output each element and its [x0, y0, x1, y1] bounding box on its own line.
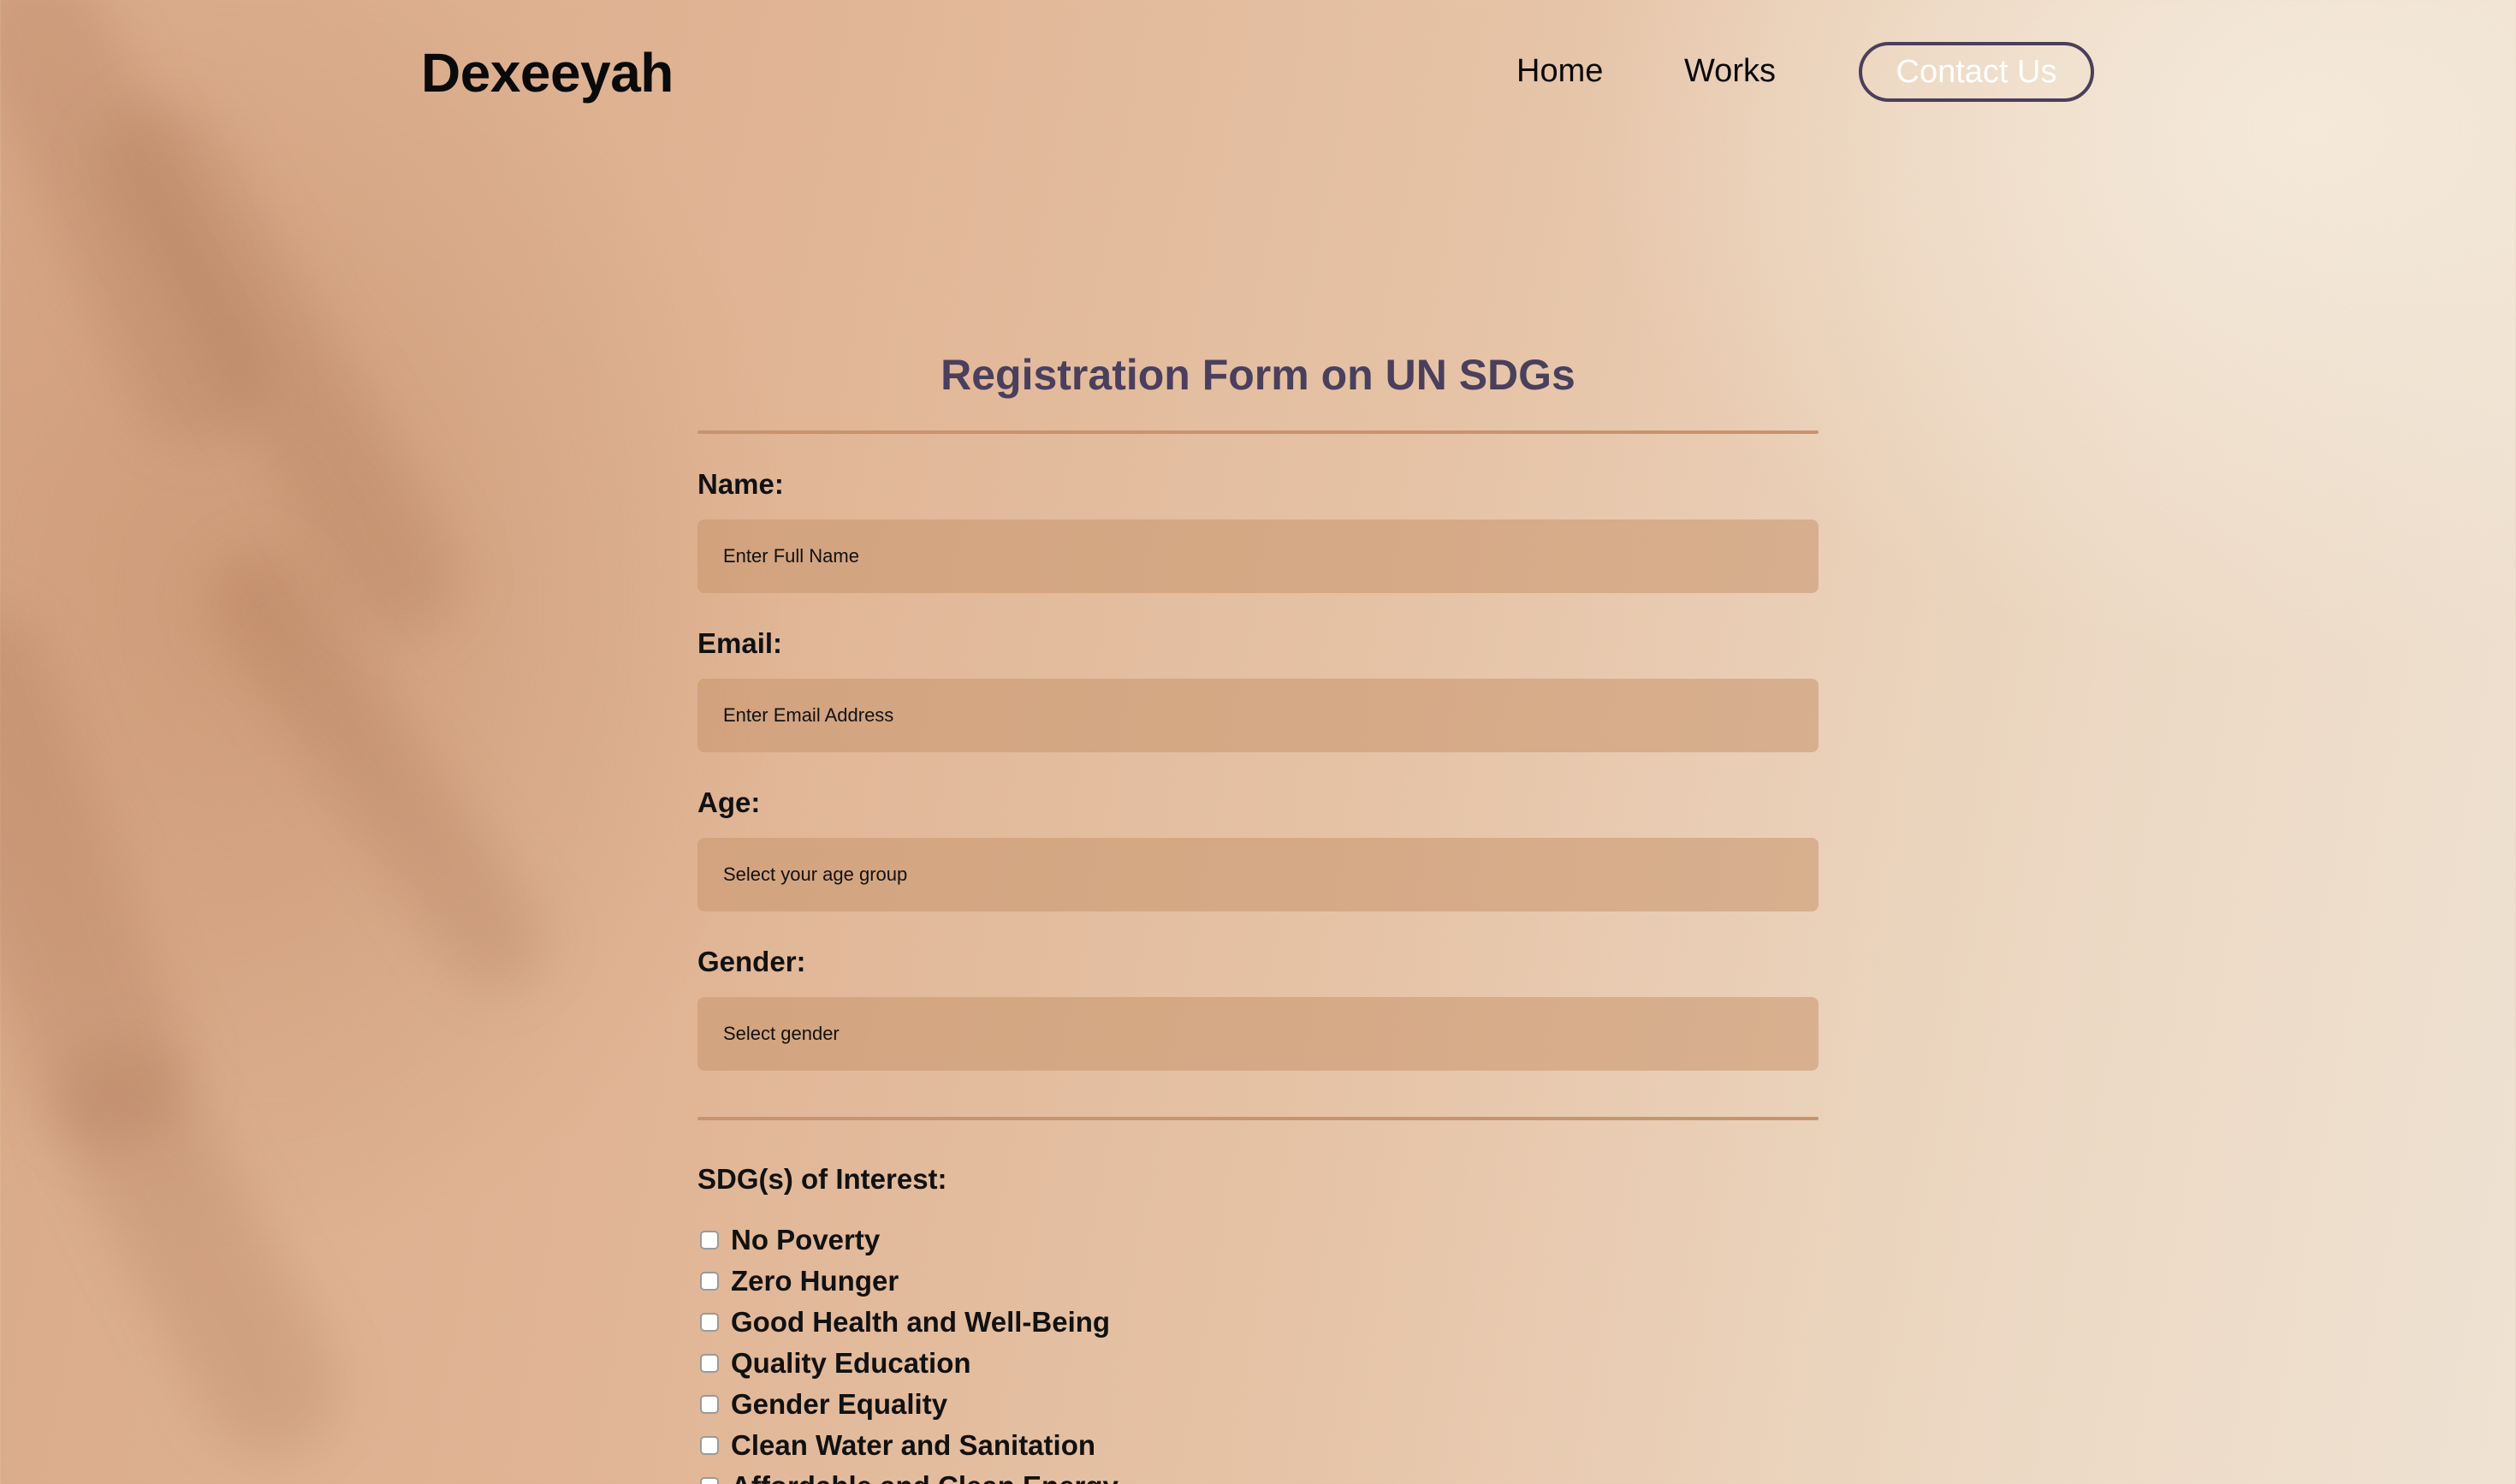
form-divider: [697, 430, 1819, 434]
background-shadow: [80, 78, 484, 658]
sdg-checkbox[interactable]: [700, 1231, 719, 1250]
sdg-option[interactable]: Clean Water and Sanitation: [697, 1425, 1819, 1466]
background-shadow: [0, 589, 211, 1166]
form-divider: [697, 1117, 1819, 1120]
age-select-value: Select your age group: [723, 864, 908, 885]
background-shadow: [187, 530, 567, 1011]
gender-select[interactable]: Select gender: [697, 997, 1819, 1071]
sdg-option-label: Clean Water and Sanitation: [731, 1429, 1096, 1461]
sdg-checkbox[interactable]: [700, 1313, 719, 1332]
age-select[interactable]: Select your age group: [697, 838, 1819, 911]
sdg-option[interactable]: Gender Equality: [697, 1384, 1819, 1425]
sdg-checkbox[interactable]: [700, 1477, 719, 1484]
registration-form: Registration Form on UN SDGs Name: Enter…: [697, 338, 1819, 1484]
nav-link-home[interactable]: Home: [1516, 53, 1603, 90]
sdg-checkbox[interactable]: [700, 1272, 719, 1291]
sdg-checkbox[interactable]: [700, 1395, 719, 1414]
name-placeholder: Enter Full Name: [723, 545, 859, 567]
sdg-option-label: Good Health and Well-Being: [731, 1306, 1111, 1338]
gender-select-value: Select gender: [723, 1023, 840, 1044]
sdg-option[interactable]: No Poverty: [697, 1220, 1819, 1261]
sdg-option[interactable]: Quality Education: [697, 1343, 1819, 1384]
sdg-option[interactable]: Good Health and Well-Being: [697, 1302, 1819, 1343]
email-label: Email:: [697, 627, 783, 659]
contact-us-button[interactable]: Contact Us: [1859, 42, 2094, 102]
sdg-option-label: Zero Hunger: [731, 1265, 899, 1297]
sdg-option[interactable]: Zero Hunger: [697, 1261, 1819, 1302]
sdg-option[interactable]: Affordable and Clean Energy: [697, 1466, 1819, 1484]
age-label: Age:: [697, 787, 761, 818]
sdg-checkbox[interactable]: [700, 1354, 719, 1373]
name-input[interactable]: Enter Full Name: [697, 519, 1819, 593]
site-logo[interactable]: Dexeeyah: [421, 41, 674, 104]
email-placeholder: Enter Email Address: [723, 704, 894, 726]
name-label: Name:: [697, 468, 784, 500]
sdg-option-label: Affordable and Clean Energy: [731, 1470, 1119, 1484]
sdg-option-label: Quality Education: [731, 1347, 971, 1379]
gender-label: Gender:: [697, 946, 806, 977]
email-input[interactable]: Enter Email Address: [697, 679, 1819, 752]
background-shadow: [32, 1020, 362, 1479]
sdg-checkbox[interactable]: [700, 1436, 719, 1455]
sdg-option-label: Gender Equality: [731, 1388, 948, 1420]
sdg-interest-label: SDG(s) of Interest:: [697, 1163, 947, 1195]
sdg-option-label: No Poverty: [731, 1224, 881, 1255]
sdg-checkbox-list: No Poverty Zero Hunger Good Health and W…: [697, 1220, 1819, 1484]
form-title: Registration Form on UN SDGs: [941, 351, 1575, 399]
nav-link-works[interactable]: Works: [1684, 53, 1776, 90]
top-navigation: Dexeeyah Home Works Contact Us: [0, 0, 2516, 145]
